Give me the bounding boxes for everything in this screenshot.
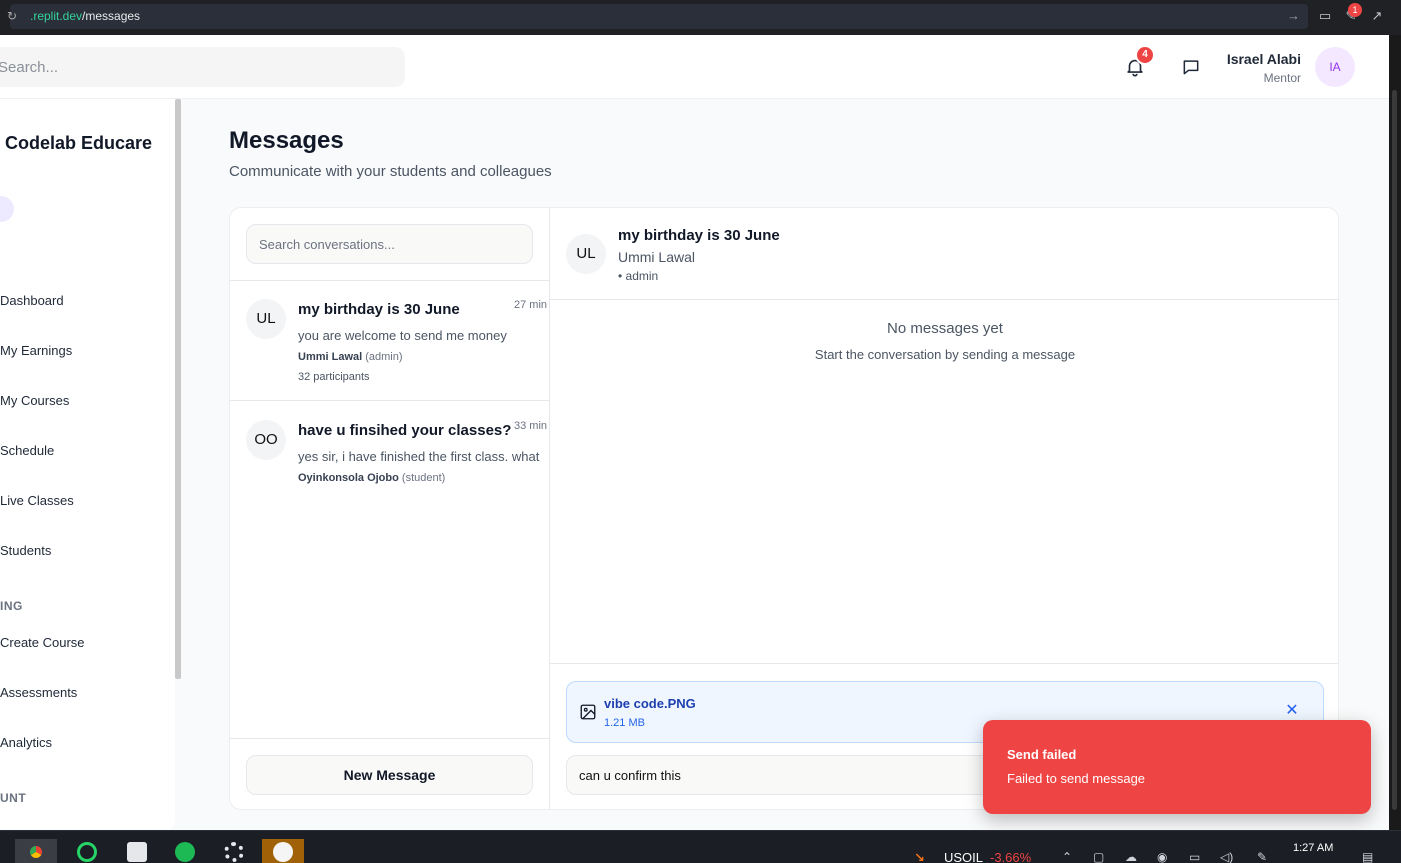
sidebar-section-account: UNT [0,791,27,805]
volume-icon[interactable]: ◁) [1220,850,1233,863]
refresh-icon[interactable]: ↻ [7,9,17,23]
sender-role: (student) [401,472,446,484]
global-search-input[interactable] [0,47,405,87]
empty-state-subtitle: Start the conversation by sending a mess… [814,347,1076,362]
conversation-time: 33 min [514,420,548,432]
error-toast[interactable]: Send failed Failed to send message [983,720,1371,814]
conversation-item[interactable]: OO have u finsihed your classes? 33 min … [230,402,549,522]
page-subtitle: Communicate with your students and colle… [229,163,552,180]
taskbar-settings[interactable] [213,839,255,863]
browser-toolbar: ↻ .replit.dev/messages → ▭ ✎ 1 ↗ [0,0,1401,35]
sidebar-scrollbar[interactable] [175,99,181,679]
close-icon[interactable]: ✕ [1281,700,1303,722]
conversation-search-input[interactable] [246,224,533,264]
sidebar-item-schedule[interactable]: Schedule [0,443,54,458]
message-icon[interactable] [1181,57,1201,77]
image-icon [580,704,596,720]
conversation-sender: Oyinkonsola Ojobo (student) [298,472,445,484]
conversation-title: my birthday is 30 June [298,301,460,318]
avatar: OO [246,420,286,460]
sidebar-item-create-course[interactable]: Create Course [0,635,85,650]
pen-icon[interactable]: ✎ [1257,850,1267,863]
chat-member-name: Ummi Lawal [618,249,696,265]
chat-title: my birthday is 30 June [618,227,780,244]
battery-icon[interactable]: ▭ [1189,850,1200,863]
sender-name: Oyinkonsola Ojobo [298,472,399,484]
chat-header: UL my birthday is 30 June Ummi Lawal • a… [550,208,1338,300]
toast-title: Send failed [1007,747,1077,762]
divider [230,738,549,739]
chat-member-role: • admin [618,269,659,283]
url-text[interactable]: .replit.dev/messages [30,9,140,23]
slack-icon [273,842,293,862]
sidebar: Codelab Educare Dashboard My Earnings My… [0,99,175,829]
sidebar-item-courses[interactable]: My Courses [0,393,69,408]
address-bar[interactable]: ↻ .replit.dev/messages → [7,4,1308,29]
go-arrow-icon[interactable]: → [1287,8,1300,23]
chevron-up-icon[interactable]: ⌃ [1062,850,1072,863]
divider [550,663,1338,664]
extension-badge: 1 [1348,3,1362,17]
whatsapp-icon [77,842,97,862]
sidebar-item-live-classes[interactable]: Live Classes [0,493,74,508]
user-avatar[interactable]: IA [1315,47,1355,87]
attachment-name: vibe code.PNG [604,696,696,711]
clock[interactable]: 1:27 AM [1293,842,1333,854]
sidebar-item-assessments[interactable]: Assessments [0,685,77,700]
taskbar-whatsapp[interactable] [66,839,108,863]
url-path: /messages [82,9,141,23]
conversation-sender: Ummi Lawal (admin) [298,351,403,363]
chrome-icon [26,842,46,862]
conversation-title: have u finsihed your classes? [298,422,512,439]
sidebar-item-students[interactable]: Students [0,543,51,558]
sender-role: (admin) [365,351,403,363]
cloud-icon[interactable]: ☁ [1125,850,1137,863]
sidebar-section-teaching: ING [0,599,23,613]
trend-icon: ↘ [914,850,925,863]
conversation-time: 27 min [514,299,548,311]
page-title: Messages [229,127,344,154]
toast-message: Failed to send message [1007,771,1146,786]
taskbar-slack[interactable] [262,839,304,863]
page-scrollbar[interactable] [1389,35,1401,830]
meet-icon[interactable]: ▢ [1093,850,1104,863]
sidebar-item-dashboard[interactable]: Dashboard [0,293,64,308]
taskbar-spotify[interactable] [164,839,206,863]
ticker-name[interactable]: USOIL [944,850,983,863]
chart-app-icon [127,842,147,862]
network-icon[interactable]: ◉ [1157,850,1167,863]
app-window: 4 Israel Alabi Mentor IA Codelab Educare… [0,35,1389,830]
taskbar-chrome[interactable] [15,839,57,863]
top-header: 4 Israel Alabi Mentor IA [0,35,1389,99]
conversation-list: UL my birthday is 30 June 27 min you are… [230,208,550,809]
conversation-preview: yes sir, i have finished the first class… [298,449,540,464]
notification-count-badge: 4 [1135,45,1155,65]
brand-name[interactable]: Codelab Educare [5,133,152,154]
ticker-value[interactable]: -3.66% [990,850,1031,863]
sidebar-item-earnings[interactable]: My Earnings [0,343,72,358]
avatar: UL [566,234,606,274]
empty-state-title: No messages yet [887,320,1003,337]
user-name[interactable]: Israel Alabi [1227,51,1301,67]
attachment-size: 1.21 MB [604,717,645,729]
taskbar-stocks[interactable] [116,839,158,863]
participant-count: 32 participants [298,371,370,383]
user-role: Mentor [1263,71,1301,85]
sender-name: Ummi Lawal [298,351,363,363]
sidebar-item-analytics[interactable]: Analytics [0,735,52,750]
spotify-icon [175,842,195,862]
avatar: UL [246,299,286,339]
url-host: .replit.dev [30,9,83,23]
conversation-preview: you are welcome to send me money [298,328,507,343]
devices-icon[interactable]: ▭ [1316,7,1334,25]
notifications-icon[interactable]: ▤ [1362,850,1373,863]
collapse-toggle[interactable] [0,196,14,222]
new-message-button[interactable]: New Message [246,755,533,795]
conversation-item[interactable]: UL my birthday is 30 June 27 min you are… [230,281,549,401]
scrollbar-thumb[interactable] [1392,90,1397,810]
external-link-icon[interactable]: ↗ [1368,7,1386,25]
gear-icon [224,842,244,862]
os-taskbar: ↘ USOIL -3.66% ⌃ ▢ ☁ ◉ ▭ ◁) ✎ 1:27 AM ▤ [0,830,1401,863]
